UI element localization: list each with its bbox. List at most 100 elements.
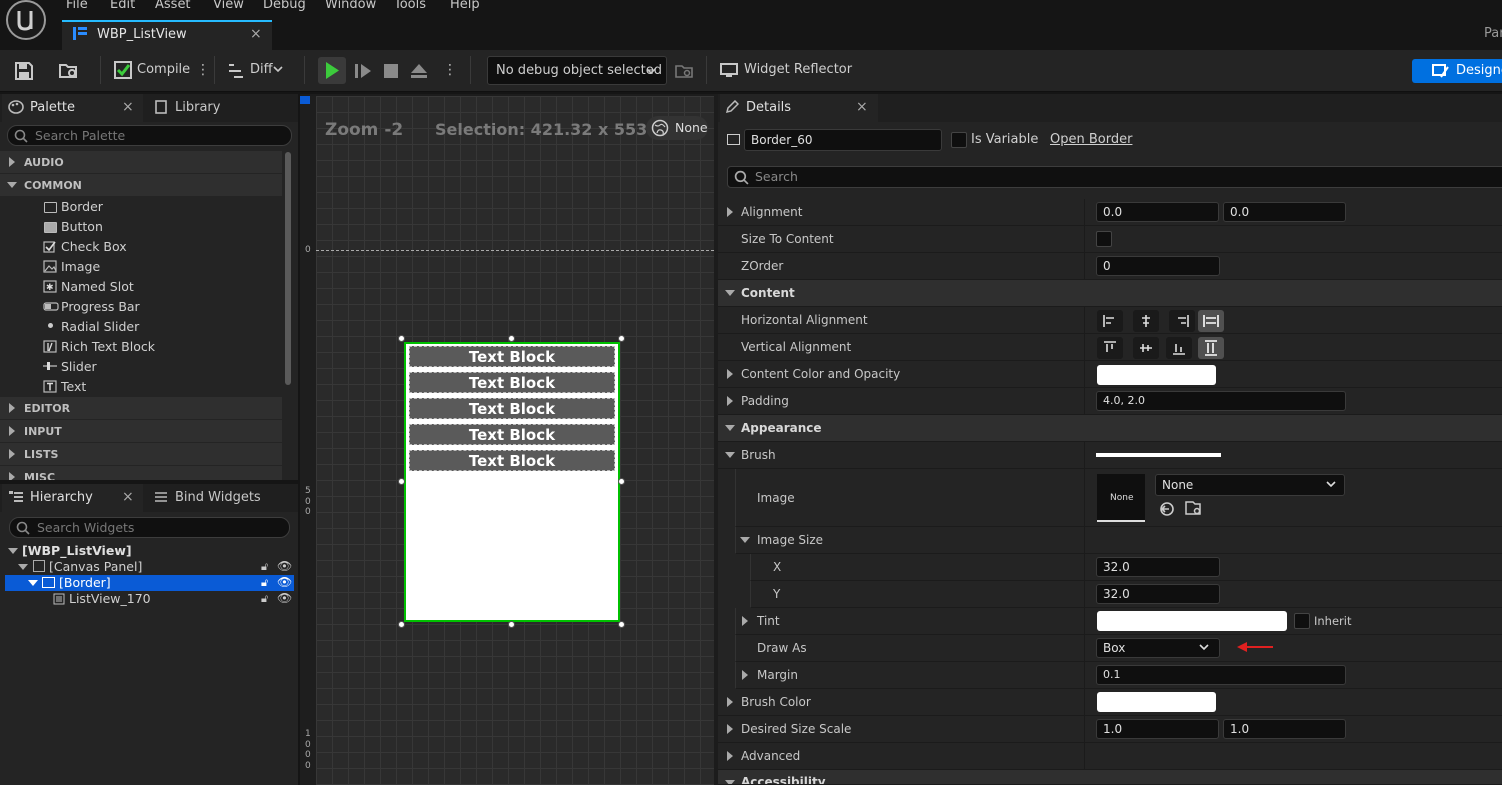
diff-icon[interactable] [226,62,246,80]
widget-name-input[interactable]: Border_60 [744,129,942,151]
palette-search-input[interactable]: Search Palette [7,125,292,146]
diff-button[interactable]: Diff [250,62,273,77]
library-tab[interactable]: Library [175,100,220,115]
chevron-down-icon[interactable] [273,66,283,74]
debug-browse-icon[interactable] [675,63,693,79]
tint-color-swatch[interactable] [1097,611,1287,631]
draw-as-select[interactable]: Box [1096,638,1220,658]
brush-color-swatch[interactable] [1097,692,1216,712]
lock-icon[interactable]: 🔓︎ [261,560,268,574]
stop-icon[interactable] [383,63,399,79]
accessibility-section[interactable]: Accessibility [718,770,1502,785]
listview-entry-text-block[interactable]: Text Block [409,450,615,471]
palette-item-text[interactable]: Text [61,379,86,394]
image-thumbnail[interactable]: None [1097,474,1145,522]
is-variable-checkbox[interactable] [951,132,967,148]
content-section[interactable] [718,280,1502,307]
designer-mode-button[interactable]: Designer [1412,59,1502,83]
size-to-content-checkbox[interactable] [1096,231,1112,247]
palette-item-named-slot[interactable]: Named Slot [61,279,134,294]
hierarchy-close-icon[interactable]: × [122,489,134,505]
menu-edit[interactable]: Edit [110,0,135,12]
play-options-icon[interactable]: ⋮ [443,62,457,78]
debug-object-select[interactable]: No debug object selected [487,56,667,85]
menu-debug[interactable]: Debug [263,0,306,12]
visibility-eye-icon[interactable]: 👁︎ [277,575,292,589]
resize-handle[interactable] [398,478,405,485]
expand-arrow-icon[interactable] [727,697,733,707]
palette-scrollbar[interactable] [285,152,291,385]
resize-handle[interactable] [618,621,625,628]
palette-close-icon[interactable]: × [122,99,134,115]
details-close-icon[interactable]: × [856,99,868,115]
hierarchy-search-input[interactable]: Search Widgets [9,517,290,538]
open-border-link[interactable]: Open Border [1050,132,1132,147]
h-align-left-button[interactable] [1097,310,1123,332]
palette-item-progress-bar[interactable]: Progress Bar [61,299,140,314]
save-icon[interactable] [14,61,34,81]
compile-button[interactable]: Compile [137,62,190,77]
h-align-right-button[interactable] [1169,310,1195,332]
browse-asset-icon[interactable] [58,61,80,81]
compile-icon[interactable] [113,60,133,80]
palette-item-check-box[interactable]: Check Box [61,239,127,254]
palette-item-slider[interactable]: Slider [61,359,97,374]
h-align-center-button[interactable] [1133,310,1159,332]
listview-entry-text-block[interactable]: Text Block [409,372,615,393]
compile-options-icon[interactable]: ⋮ [196,62,210,78]
expand-arrow-icon[interactable] [742,670,748,680]
palette-item-image[interactable]: Image [61,259,100,274]
alignment-x-input[interactable]: 0.0 [1096,202,1219,222]
resize-handle[interactable] [618,478,625,485]
h-align-fill-button[interactable] [1198,310,1224,332]
menu-file[interactable]: File [66,0,88,12]
v-align-center-button[interactable] [1133,337,1159,359]
reset-arrow-icon[interactable] [1159,501,1175,517]
widget-reflector-icon[interactable] [720,62,738,78]
listview-entry-text-block[interactable]: Text Block [409,424,615,445]
bind-widgets-tab[interactable]: Bind Widgets [175,490,261,505]
eject-icon[interactable] [409,62,429,80]
document-tab-close-icon[interactable]: × [250,26,262,42]
menu-view[interactable]: View [213,0,244,12]
details-search-input[interactable]: Search [727,166,1502,188]
image-asset-select[interactable]: None [1155,474,1345,496]
tree-node-canvas-panel[interactable]: [Canvas Panel] [49,559,142,574]
v-align-fill-button[interactable] [1198,337,1224,359]
expand-arrow-icon[interactable] [727,207,733,217]
listview-entry-text-block[interactable]: Text Block [409,398,615,419]
content-color-swatch[interactable] [1097,365,1216,385]
padding-input[interactable]: 4.0, 2.0 [1096,391,1346,411]
menu-asset[interactable]: Asset [155,0,191,12]
resize-handle[interactable] [618,335,625,342]
details-tab[interactable] [720,94,878,122]
desired-size-scale-y-input[interactable]: 1.0 [1223,719,1346,739]
resize-handle[interactable] [508,621,515,628]
desired-size-scale-x-input[interactable]: 1.0 [1096,719,1219,739]
category-misc[interactable]: MISC [0,466,282,480]
tree-node-listview[interactable]: ListView_170 [69,591,151,606]
collapse-arrow-icon[interactable] [740,537,750,543]
widget-reflector-button[interactable]: Widget Reflector [744,62,852,77]
expand-arrow-icon[interactable] [727,724,733,734]
menu-help[interactable]: Help [450,0,480,12]
lock-icon[interactable]: 🔓︎ [261,592,268,606]
collapse-arrow-icon[interactable] [725,452,735,458]
zorder-input[interactable]: 0 [1096,256,1220,276]
expand-arrow-icon[interactable] [727,369,733,379]
image-size-y-input[interactable]: 32.0 [1096,584,1220,604]
palette-item-radial-slider[interactable]: Radial Slider [61,319,139,334]
appearance-section[interactable] [718,415,1502,442]
visibility-eye-icon[interactable]: 👁︎ [277,559,292,573]
v-align-top-button[interactable] [1097,337,1123,359]
palette-item-button[interactable]: Button [61,219,103,234]
lock-icon[interactable]: 🔓︎ [261,576,268,590]
visibility-eye-icon[interactable]: 👁︎ [277,591,292,605]
tint-inherit-checkbox[interactable] [1294,613,1310,629]
dpi-scale-button[interactable]: None [646,116,708,140]
advanced-row[interactable] [718,743,1502,770]
palette-item-border[interactable]: Border [61,199,103,214]
resize-handle[interactable] [508,335,515,342]
alignment-y-input[interactable]: 0.0 [1223,202,1346,222]
v-align-bottom-button[interactable] [1166,337,1192,359]
